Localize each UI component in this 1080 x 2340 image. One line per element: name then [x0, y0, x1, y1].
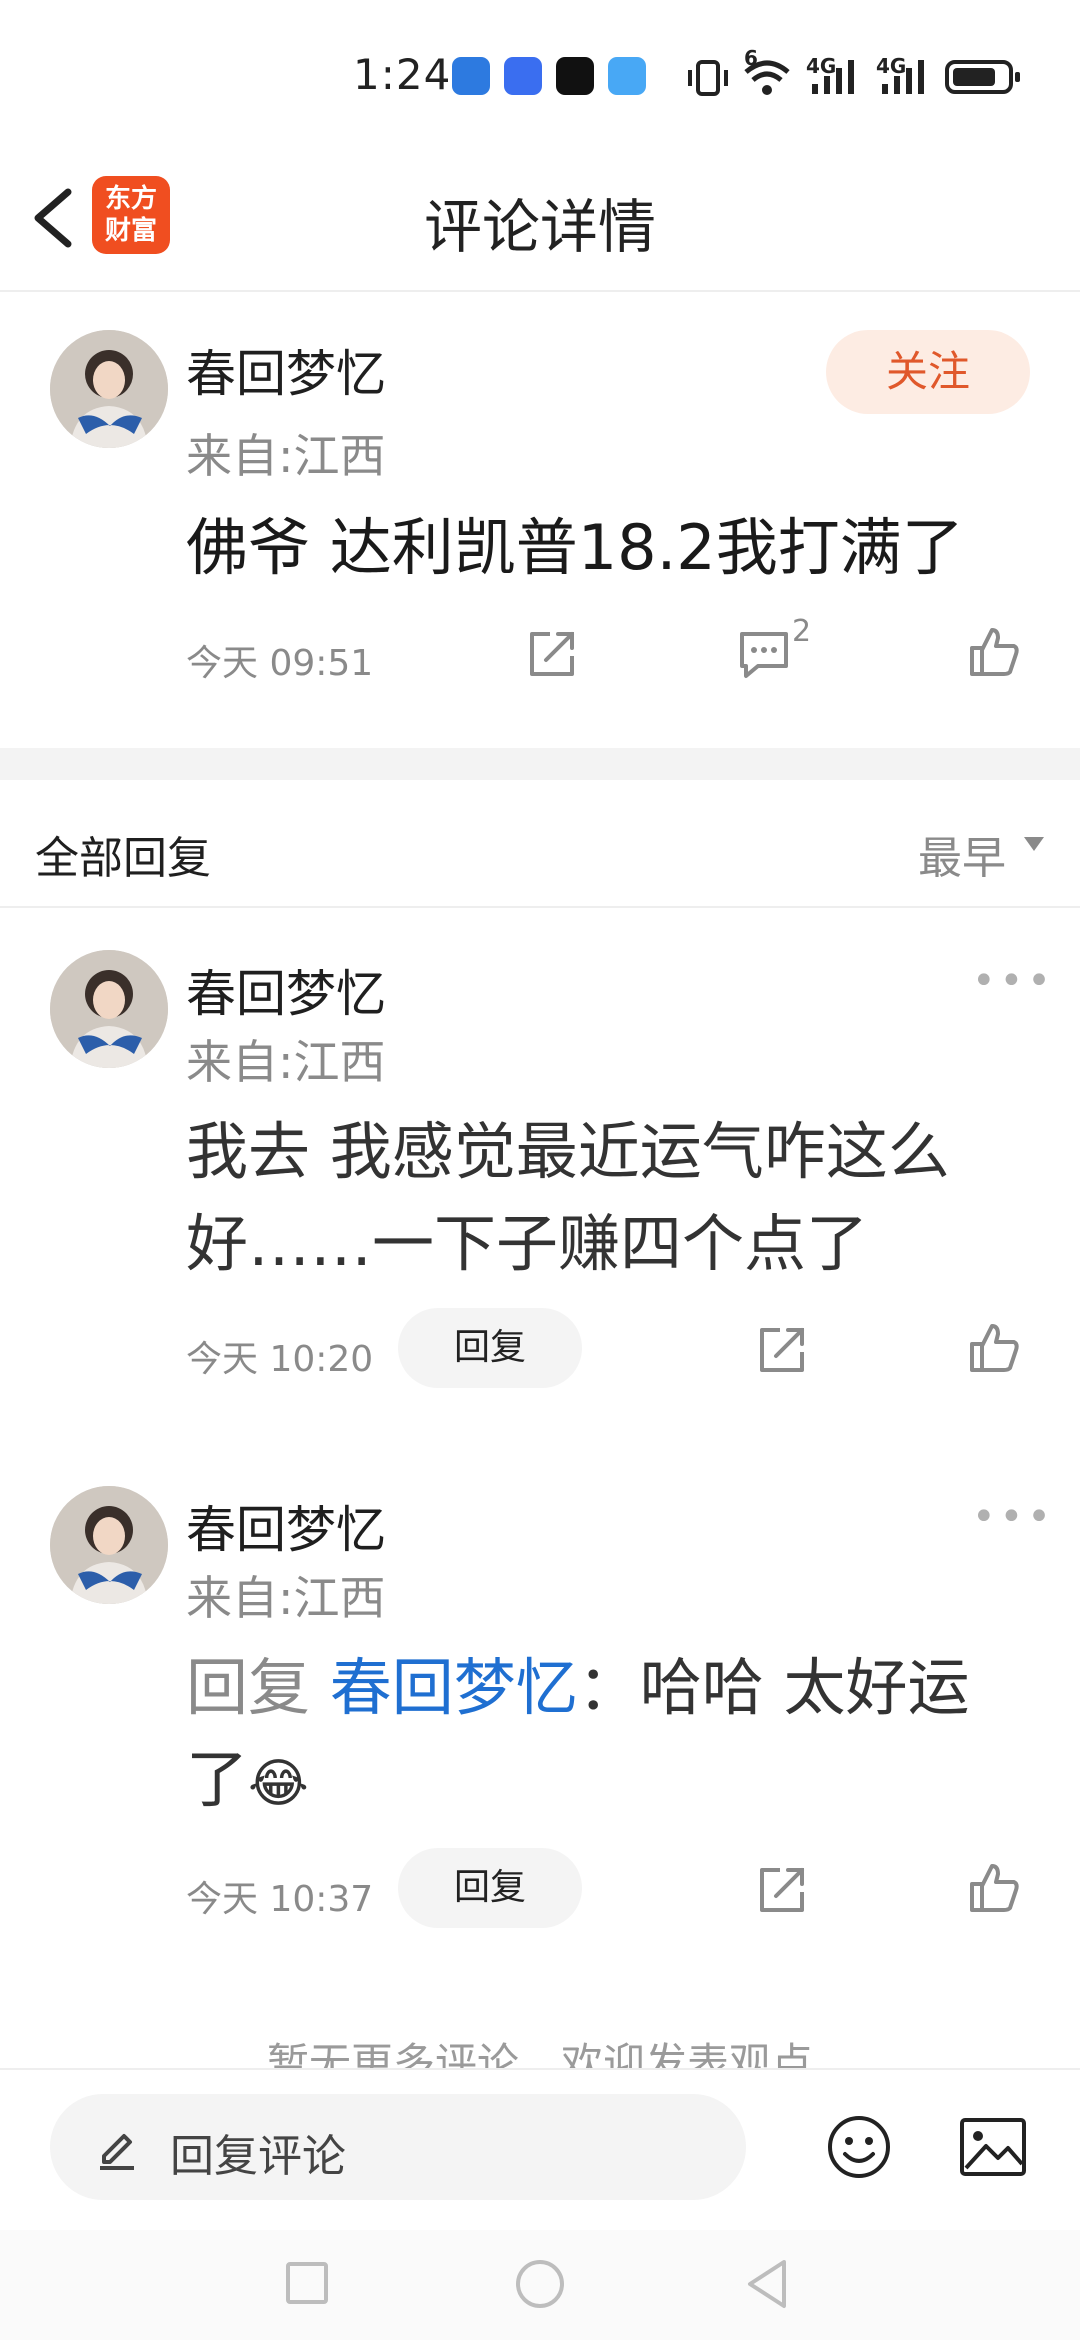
comment-location: 来自:江西 [186, 429, 386, 483]
comment-icon[interactable] [734, 624, 794, 684]
app-notification-icon [452, 57, 490, 95]
more-options-icon[interactable]: ••• [972, 1494, 1055, 1540]
emoji-icon[interactable] [826, 2114, 892, 2180]
vibrate-icon [688, 60, 728, 96]
follow-button[interactable]: 关注 [826, 330, 1030, 414]
pencil-icon [100, 2134, 134, 2170]
reply-username[interactable]: 春回梦忆 [186, 954, 386, 1026]
mention-link[interactable]: 春回梦忆 [330, 1651, 578, 1724]
share-icon[interactable] [752, 1860, 812, 1920]
status-time: 1:24 [353, 50, 452, 99]
reply-time: 今天 10:37 [186, 1879, 374, 1920]
status-bar: 1:24 6 4G 4G [0, 0, 1080, 150]
section-separator [0, 748, 1080, 780]
reply-button[interactable]: 回复 [398, 1848, 582, 1928]
laughing-emoji-icon: 😂 [248, 1754, 309, 1814]
reply-text-body: ：哈哈 太好运 [577, 1651, 970, 1724]
divider [0, 906, 1080, 908]
reply-count: 2 [792, 614, 812, 649]
avatar-image [50, 1486, 168, 1604]
input-placeholder: 回复评论 [170, 2131, 346, 2182]
reply-text-line1: 回复 春回梦忆：哈哈 太好运 [186, 1640, 969, 1736]
comment-text: 佛爷 达利凯普18.2我打满了 [186, 511, 964, 584]
signal-icon [812, 60, 854, 94]
signal-icon [882, 60, 924, 94]
reply-prefix: 回复 [186, 1651, 311, 1724]
image-icon[interactable] [958, 2116, 1028, 2178]
comment-username[interactable]: 春回梦忆 [186, 334, 386, 406]
app-notification-icon [504, 57, 542, 95]
reply-text-tail: 了 [186, 1743, 249, 1816]
home-button[interactable] [516, 2260, 564, 2308]
reply-location: 来自:江西 [186, 1571, 386, 1625]
like-icon[interactable] [964, 1318, 1024, 1378]
battery-icon [945, 60, 1020, 94]
like-icon[interactable] [964, 622, 1024, 682]
reply-text-line2: 了😂 [186, 1732, 309, 1832]
recents-button[interactable] [286, 2262, 328, 2304]
reply-text-line1: 我去 我感觉最近运气咋这么 [186, 1115, 950, 1188]
reply-text-line2: 好……一下子赚四个点了 [186, 1207, 869, 1280]
avatar[interactable] [50, 950, 168, 1068]
wifi-badge: 6 [744, 46, 758, 70]
comment-time: 今天 09:51 [186, 643, 374, 684]
avatar-image [50, 950, 168, 1068]
reply-location: 来自:江西 [186, 1035, 386, 1089]
more-options-icon[interactable]: ••• [972, 958, 1055, 1004]
all-replies-title: 全部回复 [35, 833, 211, 884]
caret-down-icon[interactable] [1024, 837, 1044, 851]
capcut-notification-icon [556, 57, 594, 95]
back-nav-icon[interactable] [744, 2258, 790, 2310]
sort-dropdown[interactable]: 最早 [918, 822, 1006, 886]
reply-time: 今天 10:20 [186, 1339, 374, 1380]
reply-input[interactable] [50, 2094, 746, 2200]
reply-button[interactable]: 回复 [398, 1308, 582, 1388]
avatar-image [50, 330, 168, 448]
avatar[interactable] [50, 330, 168, 448]
avatar[interactable] [50, 1486, 168, 1604]
share-icon[interactable] [522, 624, 582, 684]
app-notification-icon [608, 57, 646, 95]
like-icon[interactable] [964, 1858, 1024, 1918]
reply-username[interactable]: 春回梦忆 [186, 1490, 386, 1562]
page-title: 评论详情 [423, 193, 656, 261]
share-icon[interactable] [752, 1320, 812, 1380]
